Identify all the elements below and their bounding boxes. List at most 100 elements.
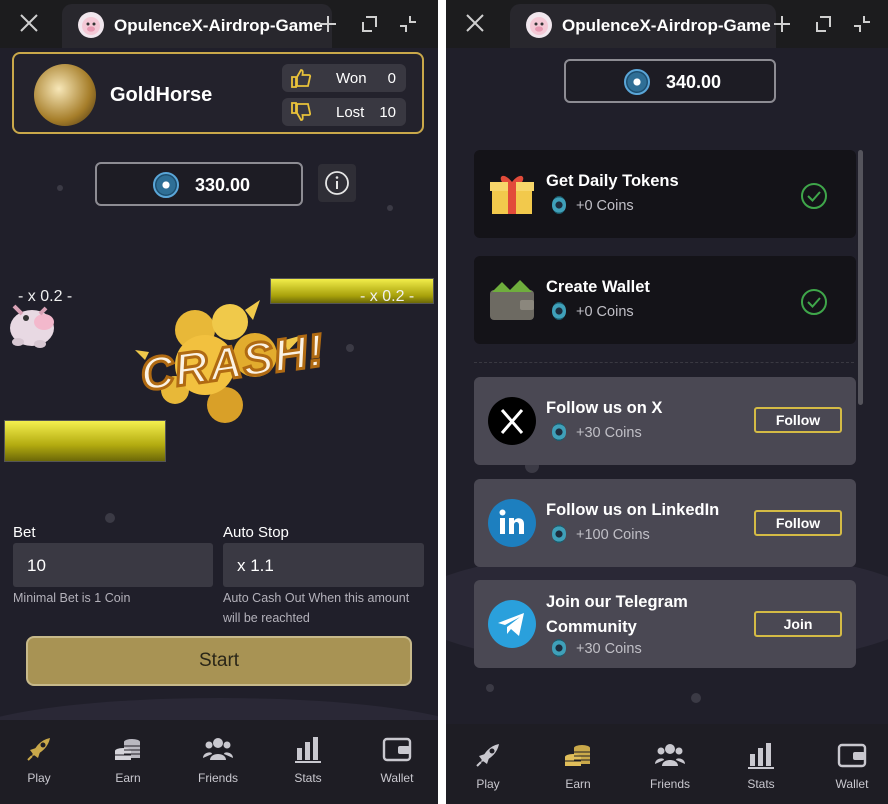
plus-icon[interactable] [318, 14, 338, 34]
balance-amount: 330.00 [195, 175, 251, 195]
pig-logo-icon [526, 12, 552, 38]
wallet-icon [490, 280, 534, 320]
play-screen: OpulenceX-Airdrop-Game GoldHorse Won 0 L… [0, 0, 438, 804]
bet-value: 10 [27, 556, 46, 575]
collapse-icon[interactable] [398, 14, 418, 34]
balance-amount: 340.00 [666, 72, 722, 92]
nav-earn[interactable]: Earn [543, 740, 613, 791]
start-button[interactable]: Start [26, 636, 412, 686]
nav-stats[interactable]: Stats [273, 734, 343, 785]
task-reward: +100 Coins [576, 527, 650, 543]
bottom-nav: Play Earn Friends Stats Wallet [446, 724, 888, 804]
balance-display: 330.00 [95, 162, 303, 206]
won-value: 0 [387, 70, 396, 87]
join-telegram-button[interactable]: Join [754, 611, 842, 637]
nav-wallet-label: Wallet [380, 771, 414, 785]
task-list-scrollbar[interactable] [858, 150, 863, 405]
wallet-icon [837, 743, 867, 768]
window-topbar: OpulenceX-Airdrop-Game [0, 0, 438, 48]
lost-label: Lost [336, 104, 365, 121]
autostop-label: Auto Stop [223, 524, 289, 541]
window-topbar: OpulenceX-Airdrop-Game [446, 0, 888, 48]
task-create-wallet[interactable]: Create Wallet +0 Coins [474, 256, 856, 344]
won-stat: Won 0 [282, 64, 406, 92]
stats-icon [295, 737, 321, 763]
thumbs-down-icon [291, 102, 312, 121]
linkedin-icon [488, 499, 536, 547]
task-daily-tokens[interactable]: Get Daily Tokens +0 Coins [474, 150, 856, 238]
player-name: GoldHorse [110, 84, 213, 106]
nav-friends-label: Friends [649, 777, 690, 791]
multiplier-right: - x 0.2 - [360, 288, 415, 305]
rocket-icon [27, 738, 50, 761]
tab-game[interactable]: OpulenceX-Airdrop-Game [62, 4, 332, 48]
tab-title: OpulenceX-Airdrop-Game [114, 16, 323, 35]
nav-wallet[interactable]: Wallet [362, 734, 432, 785]
task-reward: +30 Coins [576, 425, 642, 441]
nav-friends[interactable]: Friends [635, 740, 705, 791]
task-title: Create Wallet [546, 278, 650, 296]
lost-stat: Lost 10 [282, 98, 406, 126]
tab-game[interactable]: OpulenceX-Airdrop-Game [510, 4, 776, 48]
bet-label: Bet [13, 524, 36, 541]
close-icon[interactable] [464, 12, 486, 34]
coins-icon [565, 745, 590, 766]
tab-title: OpulenceX-Airdrop-Game [562, 16, 771, 35]
coins-icon [115, 739, 140, 760]
collapse-icon[interactable] [852, 14, 872, 34]
nav-wallet[interactable]: Wallet [817, 740, 887, 791]
coin-icon [552, 423, 566, 441]
nav-earn[interactable]: Earn [93, 734, 163, 785]
task-reward: +30 Coins [576, 641, 642, 657]
nav-play-label: Play [476, 777, 500, 791]
pig-player-icon [10, 304, 54, 348]
nav-friends-label: Friends [197, 771, 238, 785]
pig-logo-icon [78, 12, 104, 38]
nav-earn-label: Earn [115, 771, 141, 785]
follow-linkedin-button[interactable]: Follow [754, 510, 842, 536]
nav-play-label: Play [27, 771, 51, 785]
coin-icon [552, 302, 566, 320]
info-icon [325, 171, 349, 195]
autostop-input[interactable]: x 1.1 [223, 543, 424, 587]
task-join-telegram[interactable]: Join our Telegram Community +30 Coins Jo… [474, 580, 856, 668]
task-reward: +0 Coins [576, 304, 634, 320]
check-icon [801, 183, 827, 209]
telegram-icon [488, 600, 536, 648]
task-title: Get Daily Tokens [546, 172, 679, 190]
bottom-nav: Play Earn Friends Stats Wallet [0, 720, 438, 804]
nav-stats-label: Stats [747, 777, 775, 791]
coin-icon [552, 639, 566, 657]
restore-icon[interactable] [359, 14, 379, 34]
follow-x-button[interactable]: Follow [754, 407, 842, 433]
nav-play[interactable]: Play [4, 734, 74, 785]
avatar[interactable] [34, 64, 96, 126]
stats-icon [748, 743, 774, 769]
nav-play[interactable]: Play [453, 740, 523, 791]
lost-value: 10 [379, 104, 396, 121]
player-card: GoldHorse Won 0 Lost 10 [12, 52, 424, 134]
nav-stats[interactable]: Stats [726, 740, 796, 791]
coin-icon [153, 172, 179, 198]
nav-wallet-label: Wallet [835, 777, 869, 791]
nav-friends[interactable]: Friends [183, 734, 253, 785]
nav-stats-label: Stats [294, 771, 322, 785]
task-title: Follow us on LinkedIn [546, 501, 720, 519]
check-icon [801, 289, 827, 315]
task-follow-linkedin[interactable]: Follow us on LinkedIn +100 Coins Follow [474, 479, 856, 567]
plus-icon[interactable] [772, 14, 792, 34]
nav-earn-label: Earn [565, 777, 591, 791]
info-button[interactable] [318, 164, 356, 202]
bet-input[interactable]: 10 [13, 543, 213, 587]
restore-icon[interactable] [813, 14, 833, 34]
coin-icon [552, 525, 566, 543]
gift-icon [490, 175, 534, 214]
friends-icon [655, 744, 685, 766]
task-divider [474, 362, 854, 363]
task-follow-x[interactable]: Follow us on X +30 Coins Follow [474, 377, 856, 465]
bet-hint: Minimal Bet is 1 Coin [13, 591, 131, 605]
wallet-icon [382, 737, 412, 762]
task-title: Follow us on X [546, 399, 663, 417]
autostop-hint: Auto Cash Out When this amount will be r… [223, 591, 410, 625]
close-icon[interactable] [18, 12, 40, 34]
